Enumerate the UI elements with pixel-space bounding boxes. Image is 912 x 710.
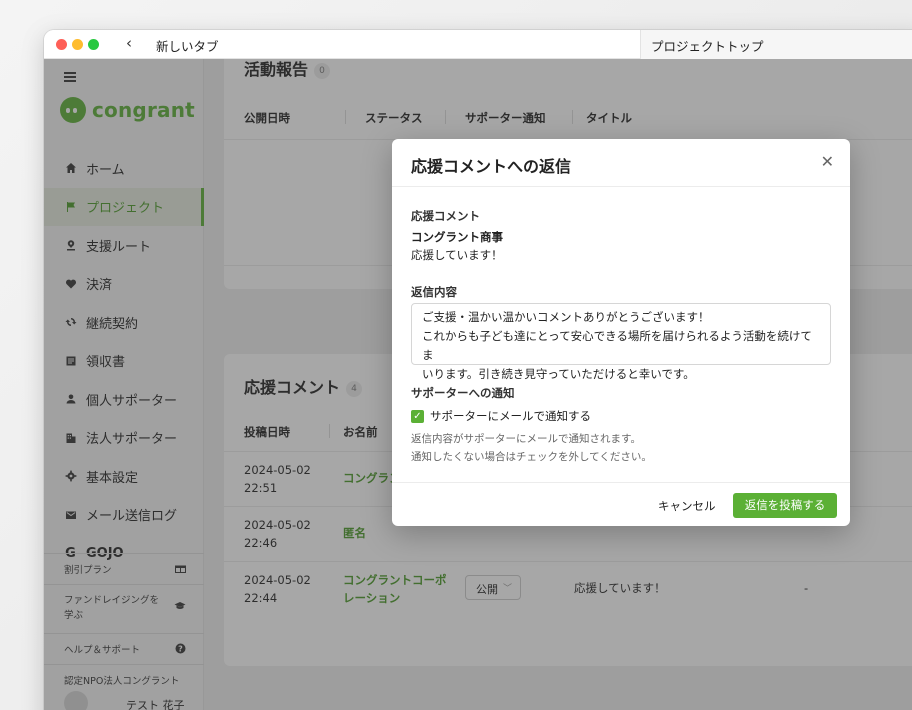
minimize-window-button[interactable]: [72, 39, 83, 50]
close-icon[interactable]: ✕: [821, 152, 834, 171]
reply-line: これからも子ども達にとって安心できる場所を届けられるよう活動を続けてま: [422, 329, 812, 362]
modal-header: 応援コメントへの返信 ✕: [392, 139, 850, 187]
close-window-button[interactable]: [56, 39, 67, 50]
browser-window: ‹ 新しいタブ プロジェクトトップ congrant ホーム プロジェクト 支援…: [44, 30, 912, 710]
tab-project-top[interactable]: プロジェクトトップ: [640, 30, 912, 59]
back-arrow-icon[interactable]: ‹: [126, 34, 132, 52]
maximize-window-button[interactable]: [88, 39, 99, 50]
reply-section-label: 返信内容: [411, 285, 457, 299]
reply-line: ご支援・温かい温かいコメントありがとうございます！: [422, 310, 710, 324]
notify-checkbox[interactable]: ✓: [411, 410, 424, 423]
tab-title: プロジェクトトップ: [651, 39, 764, 54]
submit-reply-button[interactable]: 返信を投稿する: [733, 493, 837, 518]
modal-title: 応援コメントへの返信: [411, 157, 572, 176]
reply-textarea[interactable]: ご支援・温かい温かいコメントありがとうございます！ これからも子ども達にとって安…: [411, 303, 831, 381]
comment-body: 応援しています！: [411, 248, 503, 262]
browser-titlebar: ‹ 新しいタブ プロジェクトトップ: [44, 30, 912, 59]
notify-help-text: 通知したくない場合はチェックを外してください。: [411, 451, 652, 463]
notify-checkbox-label[interactable]: サポーターにメールで通知する: [430, 408, 591, 424]
reply-line: いります。引き続き見守っていただけると幸いです。: [422, 367, 695, 381]
notify-section-label: サポーターへの通知: [411, 386, 515, 400]
notify-help-text: 返信内容がサポーターにメールで通知されます。: [411, 433, 641, 445]
comment-author: コングラント商事: [411, 230, 503, 244]
reply-modal: 応援コメントへの返信 ✕ 応援コメント コングラント商事 応援しています！ 返信…: [392, 139, 850, 526]
comment-section-label: 応援コメント: [411, 209, 480, 223]
modal-footer-divider: [392, 482, 850, 483]
tab-new-tab[interactable]: 新しいタブ: [156, 36, 219, 55]
cancel-button[interactable]: キャンセル: [658, 498, 716, 514]
